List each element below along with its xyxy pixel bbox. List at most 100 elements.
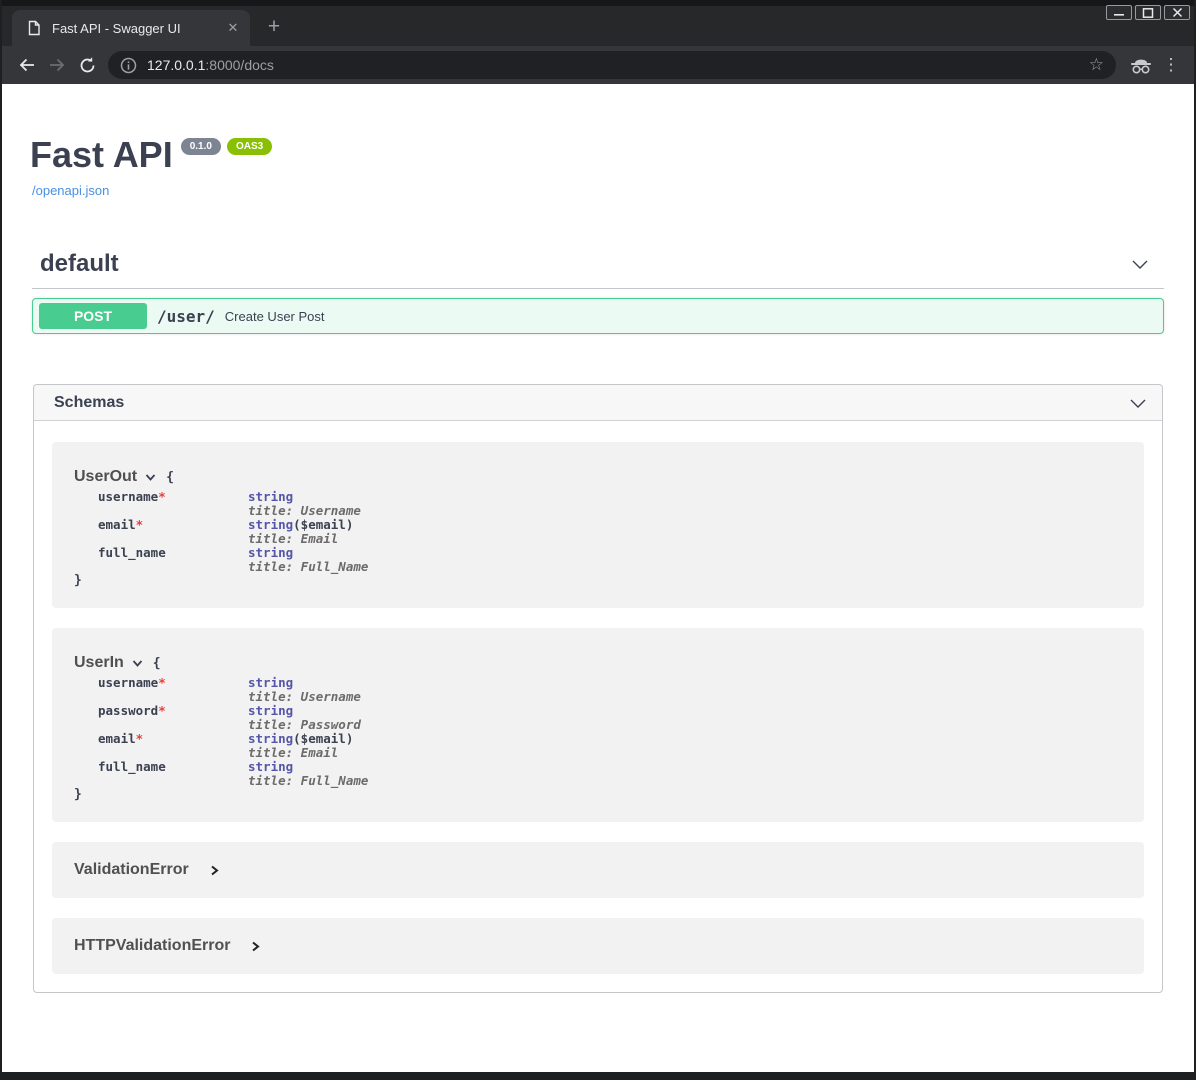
model-properties: username* string title: Username passwor… bbox=[98, 676, 1122, 788]
property-title: title: Full_Name bbox=[248, 560, 368, 574]
open-brace: { bbox=[153, 656, 161, 671]
api-info: Fast API 0.1.0 OAS3 /openapi.json bbox=[2, 84, 1194, 198]
method-post-button[interactable]: POST bbox=[39, 303, 147, 329]
model-httpvalidationerror: HTTPValidationError bbox=[52, 918, 1144, 974]
property-type: string bbox=[248, 489, 293, 504]
tab-close-icon[interactable]: ✕ bbox=[224, 19, 242, 37]
property-name: full_name bbox=[98, 759, 166, 774]
property-type-format: ($email) bbox=[293, 731, 353, 746]
operation-path: /user/ bbox=[157, 307, 215, 326]
bookmark-star-icon[interactable]: ☆ bbox=[1089, 55, 1104, 75]
browser-tab[interactable]: Fast API - Swagger UI ✕ bbox=[12, 10, 250, 46]
tab-strip: Fast API - Swagger UI ✕ + bbox=[2, 0, 1194, 46]
tab-title: Fast API - Swagger UI bbox=[52, 21, 224, 36]
forward-button[interactable] bbox=[42, 50, 72, 80]
site-info-icon[interactable] bbox=[120, 57, 137, 74]
schemas-title: Schemas bbox=[54, 394, 124, 412]
property-title: title: Full_Name bbox=[248, 774, 368, 788]
required-asterisk: * bbox=[158, 675, 166, 690]
property-name: email bbox=[98, 517, 136, 532]
chevron-down-icon bbox=[1130, 255, 1150, 273]
swagger-page: Fast API 0.1.0 OAS3 /openapi.json default … bbox=[2, 84, 1194, 1072]
version-badge: 0.1.0 bbox=[181, 138, 221, 155]
property-type: string bbox=[248, 517, 293, 532]
property-row: full_name string title: Full_Name bbox=[98, 546, 1122, 574]
model-properties: username* string title: Username email* … bbox=[98, 490, 1122, 574]
schemas-header[interactable]: Schemas bbox=[34, 385, 1162, 421]
chevron-down-icon bbox=[144, 471, 157, 483]
property-row: password* string title: Password bbox=[98, 704, 1122, 732]
property-type: string bbox=[248, 731, 293, 746]
property-title: title: Username bbox=[248, 690, 361, 704]
new-tab-button[interactable]: + bbox=[260, 14, 288, 42]
model-userin: UserIn { username* string title: Usernam… bbox=[52, 628, 1144, 822]
property-row: email* string($email) title: Email bbox=[98, 732, 1122, 760]
opblock-post-user[interactable]: POST /user/ Create User Post bbox=[32, 298, 1164, 334]
model-name: HTTPValidationError bbox=[74, 937, 230, 955]
operation-summary: Create User Post bbox=[225, 309, 325, 324]
model-userout-toggle[interactable]: UserOut { bbox=[74, 468, 1122, 486]
close-icon bbox=[1172, 7, 1183, 18]
chevron-down-icon bbox=[1128, 394, 1148, 412]
required-asterisk: * bbox=[158, 703, 166, 718]
chevron-down-icon bbox=[131, 657, 144, 669]
incognito-icon bbox=[1124, 56, 1158, 74]
browser-menu-icon[interactable]: ⋮ bbox=[1158, 55, 1184, 75]
property-name: full_name bbox=[98, 545, 166, 560]
close-window-button[interactable] bbox=[1164, 5, 1190, 20]
property-title: title: Email bbox=[248, 746, 353, 760]
page-favicon-document-icon bbox=[26, 20, 42, 36]
model-userout: UserOut { username* string title: Userna… bbox=[52, 442, 1144, 608]
property-row: email* string($email) title: Email bbox=[98, 518, 1122, 546]
property-title: title: Password bbox=[248, 718, 361, 732]
model-name: UserIn bbox=[74, 654, 124, 672]
chevron-right-icon bbox=[250, 940, 261, 953]
reload-button[interactable] bbox=[72, 50, 102, 80]
oas3-badge: OAS3 bbox=[227, 138, 272, 155]
tag-section-default: default POST /user/ Create User Post bbox=[32, 250, 1164, 334]
property-type: string bbox=[248, 675, 293, 690]
property-type: string bbox=[248, 545, 293, 560]
required-asterisk: * bbox=[136, 731, 144, 746]
property-row: username* string title: Username bbox=[98, 490, 1122, 518]
model-validationerror: ValidationError bbox=[52, 842, 1144, 898]
property-row: full_name string title: Full_Name bbox=[98, 760, 1122, 788]
close-brace: } bbox=[74, 788, 1122, 802]
browser-window: Fast API - Swagger UI ✕ + bbox=[0, 0, 1196, 1080]
reload-icon bbox=[78, 56, 97, 75]
openapi-spec-link[interactable]: /openapi.json bbox=[32, 183, 1164, 198]
open-brace: { bbox=[166, 470, 174, 485]
browser-toolbar: 127.0.0.1:8000/docs ☆ ⋮ bbox=[2, 46, 1194, 84]
model-name: ValidationError bbox=[74, 861, 189, 879]
property-type: string bbox=[248, 759, 293, 774]
url-host: 127.0.0.1 bbox=[147, 57, 205, 73]
required-asterisk: * bbox=[136, 517, 144, 532]
model-httpvalidationerror-toggle[interactable]: HTTPValidationError bbox=[74, 937, 1122, 955]
window-controls bbox=[1106, 5, 1190, 20]
tag-title: default bbox=[40, 250, 119, 278]
minimize-button[interactable] bbox=[1106, 5, 1132, 20]
required-asterisk: * bbox=[158, 489, 166, 504]
property-name: password bbox=[98, 703, 158, 718]
api-title: Fast API bbox=[30, 134, 173, 175]
model-validationerror-toggle[interactable]: ValidationError bbox=[74, 861, 1122, 879]
schemas-body: UserOut { username* string title: Userna… bbox=[34, 421, 1162, 974]
property-name: username bbox=[98, 489, 158, 504]
back-button[interactable] bbox=[12, 50, 42, 80]
url-text[interactable]: 127.0.0.1:8000/docs bbox=[147, 57, 1089, 73]
tag-header[interactable]: default bbox=[32, 250, 1164, 289]
property-row: username* string title: Username bbox=[98, 676, 1122, 704]
close-brace: } bbox=[74, 574, 1122, 588]
property-title: title: Username bbox=[248, 504, 361, 518]
window-bottom-edge bbox=[2, 1072, 1194, 1080]
forward-icon bbox=[47, 55, 67, 75]
minimize-icon bbox=[1113, 8, 1125, 18]
model-name: UserOut bbox=[74, 468, 137, 486]
property-name: email bbox=[98, 731, 136, 746]
maximize-button[interactable] bbox=[1135, 5, 1161, 20]
model-userin-toggle[interactable]: UserIn { bbox=[74, 654, 1122, 672]
address-bar[interactable]: 127.0.0.1:8000/docs ☆ bbox=[108, 51, 1116, 79]
window-top-edge bbox=[2, 0, 1194, 6]
property-name: username bbox=[98, 675, 158, 690]
schemas-section: Schemas UserOut { bbox=[33, 384, 1163, 993]
